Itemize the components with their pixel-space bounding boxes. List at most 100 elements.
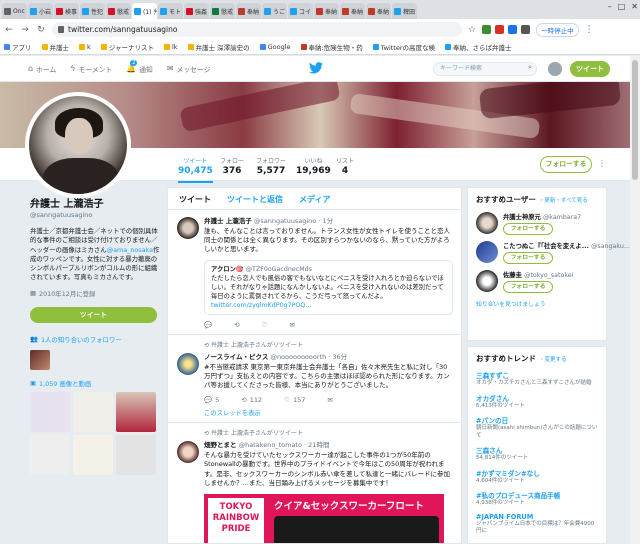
extension-icon[interactable]	[508, 25, 518, 34]
media-thumbnail[interactable]	[73, 434, 113, 475]
suggested-user-name[interactable]: 弁護士神原元 @kambara7	[503, 212, 581, 221]
extension-icon[interactable]	[495, 25, 505, 34]
browser-tab[interactable]: 小岩	[28, 3, 53, 19]
extension-icon[interactable]	[482, 25, 492, 34]
bookmark-item[interactable]: k	[79, 43, 91, 51]
sync-paused-button[interactable]: 一時停止中	[536, 22, 579, 37]
tweet-author-handle[interactable]: @sanngatuusagino	[254, 217, 316, 225]
media-thumbnail[interactable]	[30, 434, 70, 475]
trend-item[interactable]: #パンの日 朝日新聞(asahi shimbun)さんがこの話題について	[468, 413, 606, 443]
suggested-user-name[interactable]: 佐藤圭 @tokyo_satokei	[503, 270, 573, 279]
more-options-icon[interactable]: ⋮	[598, 159, 606, 168]
browser-tab[interactable]: 奉納	[366, 3, 391, 19]
browser-tab[interactable]: モト	[158, 3, 183, 19]
browser-tab[interactable]: 性犯	[80, 3, 105, 19]
trend-item[interactable]: #JAPAN FORUM ジャパンプライム日本での目標は？年会費4900円に	[468, 511, 606, 539]
message-icon[interactable]: ✉	[327, 396, 332, 404]
browser-tab[interactable]: 検事	[54, 3, 79, 19]
reload-icon[interactable]: ↻	[36, 25, 46, 35]
stat-3[interactable]: いいね 19,969	[296, 156, 331, 176]
tweet[interactable]: ⟲ 弁護士 上瀧浩子さんがリツイート ノースライム・ピクス @noooooooo…	[168, 335, 461, 424]
suggested-user-name[interactable]: こたつぬこ『「社会を変えよ... @sangaku...	[503, 241, 630, 250]
find-friends-link[interactable]: 知り合いを見つけましょう	[468, 296, 606, 314]
menu-icon[interactable]: ⋮	[585, 25, 594, 35]
bookmark-item[interactable]: アプリ	[4, 42, 32, 52]
browser-tab[interactable]: Onc	[2, 3, 27, 19]
browser-tab[interactable]: うご	[262, 3, 287, 19]
nav-messages[interactable]: ✉ メッセージ	[167, 64, 211, 74]
scrollbar-thumb[interactable]	[632, 60, 638, 180]
forward-icon[interactable]: →	[20, 25, 30, 35]
stat-0[interactable]: ツイート 90,475	[178, 156, 213, 183]
follow-button[interactable]: フォローする	[540, 156, 592, 173]
back-icon[interactable]: ←	[4, 25, 14, 35]
media-link[interactable]: ▣ 1,059 画像と動画	[30, 379, 160, 388]
bookmark-item[interactable]: Twitterの高度な検	[372, 42, 435, 52]
suggested-user-avatar[interactable]	[476, 212, 498, 234]
bookmark-item[interactable]: 弁護士 深澤諭史の	[187, 42, 250, 52]
trend-item[interactable]: #かずマミダン#なし 4,604件のツイート	[468, 466, 606, 489]
extension-icon[interactable]	[521, 25, 531, 34]
tab-tweets[interactable]: ツイート	[179, 194, 211, 209]
stat-2[interactable]: フォロワー 5,577	[256, 156, 286, 176]
media-thumbnail[interactable]	[116, 434, 156, 475]
nav-home[interactable]: ⌂ ホーム	[28, 64, 56, 74]
bookmark-item[interactable]: 弁護士	[41, 42, 69, 52]
trend-item[interactable]: #私のプロデュース商品手帳 4,938件のツイート	[468, 488, 606, 511]
nav-moments[interactable]: ϟ モーメント	[70, 64, 112, 74]
message-icon[interactable]: ✉	[289, 321, 294, 329]
star-icon[interactable]: ☆	[468, 25, 476, 35]
tweet[interactable]: ⟲ 弁護士 上瀧浩子さんがリツイート 畑野とまと @hatakeno_tomat…	[168, 423, 461, 543]
trend-item[interactable]: ゐろうに刻るゐろうに刻る最終章が2020年に公開	[468, 539, 606, 544]
media-thumbnail[interactable]	[73, 391, 113, 432]
media-thumbnail[interactable]	[116, 391, 156, 432]
compose-tweet-button[interactable]: ツイート	[570, 61, 610, 77]
tweet-to-user-button[interactable]: ツイート	[30, 306, 157, 323]
browser-tab[interactable]: 懲戒	[106, 3, 131, 19]
follower-avatar[interactable]	[30, 349, 50, 370]
reply-icon[interactable]: 💬	[204, 321, 212, 329]
user-avatar[interactable]	[548, 62, 562, 76]
stat-1[interactable]: フォロー 376	[220, 156, 244, 176]
tweet[interactable]: 弁護士 上瀧浩子 @sanngatuusagino · 1分 誰も、そんなことは…	[168, 210, 461, 335]
retweet-icon[interactable]: ⟲	[234, 321, 239, 329]
profile-avatar[interactable]	[25, 92, 131, 198]
tweet-time[interactable]: 21時間	[308, 441, 329, 449]
follow-suggested-button[interactable]: フォローする	[503, 252, 553, 264]
nav-notifications[interactable]: 🔔 2 通知	[126, 60, 153, 74]
trend-item[interactable]: 三森さん 54,814件のツイート	[468, 443, 606, 466]
tab-tweets-and-replies[interactable]: ツイートと返信	[227, 194, 283, 209]
tweet-author-name[interactable]: 弁護士 上瀧浩子	[204, 217, 252, 225]
tweet-avatar[interactable]	[177, 441, 199, 464]
quoted-tweet[interactable]: アクロン🎯 @TZF0oGacdnecMds ただしたら恋人でも風俗の客でもない…	[204, 259, 453, 315]
bookmark-item[interactable]: ジャーナリスト	[100, 42, 154, 52]
browser-tab[interactable]: 奉納	[236, 3, 261, 19]
browser-tab[interactable]: 奉納	[340, 3, 365, 19]
trend-item[interactable]: オカダさん 6,413件のツイート	[468, 391, 606, 414]
media-thumbnail[interactable]	[30, 391, 70, 432]
suggested-user-avatar[interactable]	[476, 270, 498, 292]
like-icon[interactable]: ♡	[262, 321, 268, 329]
change-trends-link[interactable]: ・変更する	[539, 355, 567, 363]
refresh-link[interactable]: ・更新・すべて見る	[539, 196, 588, 204]
browser-tab[interactable]: 強姦	[184, 3, 209, 19]
follow-suggested-button[interactable]: フォローする	[503, 281, 553, 293]
tweet-avatar[interactable]	[177, 217, 199, 239]
browser-tab[interactable]: (1) 弁	[132, 3, 157, 19]
retweeted-by-text[interactable]: 弁護士 上瀧浩子さんがリツイート	[211, 342, 303, 349]
retweeted-by-text[interactable]: 弁護士 上瀧浩子さんがリツイート	[211, 430, 303, 437]
maximize-icon[interactable]: □	[618, 2, 626, 11]
reply-button[interactable]: 💬 5	[204, 396, 219, 404]
bookmark-item[interactable]: lk	[163, 43, 178, 51]
browser-tab[interactable]: コイ	[288, 3, 313, 19]
tweet-time[interactable]: 36分	[332, 353, 347, 361]
suggested-user-avatar[interactable]	[476, 241, 498, 263]
tab-media[interactable]: メディア	[299, 194, 330, 209]
stat-4[interactable]: リスト 4	[336, 156, 354, 176]
twitter-bird-icon[interactable]	[309, 62, 323, 74]
quoted-link[interactable]: twitter.com/zyqlmKdP0g7POQ...	[211, 301, 446, 310]
browser-tab[interactable]: 稗田	[392, 3, 417, 19]
close-icon[interactable]: ✕	[631, 2, 638, 11]
tweet-avatar[interactable]	[177, 352, 199, 375]
bookmark-item[interactable]: 奉納、さらば弁護士	[445, 42, 512, 52]
